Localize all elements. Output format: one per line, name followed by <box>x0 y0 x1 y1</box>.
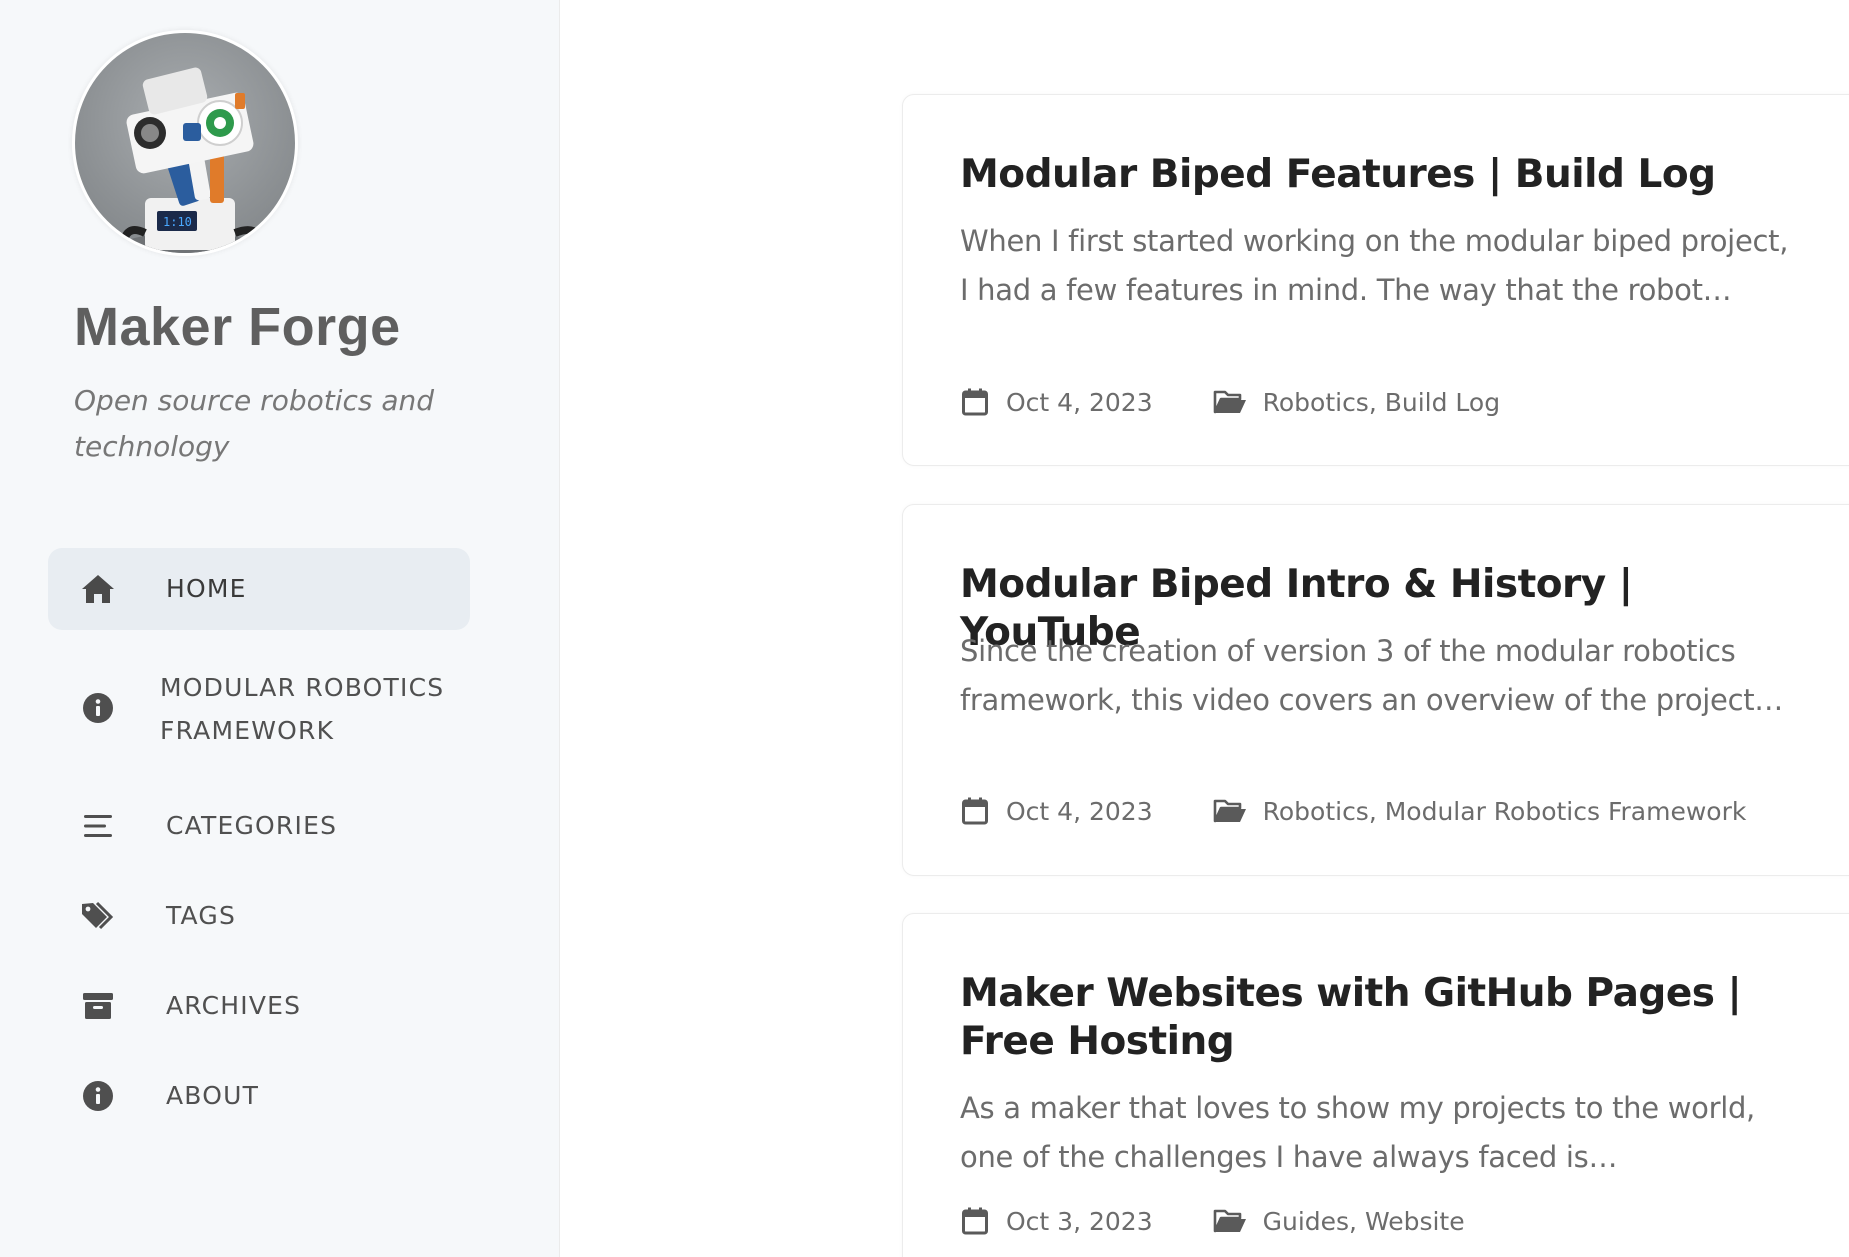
folder-open-icon <box>1213 1206 1247 1236</box>
info-circle-icon <box>78 1076 118 1116</box>
post-excerpt: As a maker that loves to show my project… <box>960 1091 1755 1174</box>
post-excerpt: Since the creation of version 3 of the m… <box>960 634 1755 717</box>
svg-text:1:10: 1:10 <box>163 215 192 229</box>
nav-item-label: ABOUT <box>166 1081 260 1110</box>
stream-icon <box>78 806 118 846</box>
nav-item-label: MODULAR ROBOTICS FRAMEWORK <box>160 673 445 745</box>
post-title[interactable]: Maker Websites with GitHub Pages | Free … <box>960 970 1800 1066</box>
post-categories[interactable]: Robotics, Build Log <box>1263 388 1500 417</box>
calendar-icon <box>960 387 990 417</box>
site-subtitle: Open source robotics and technology <box>74 384 435 463</box>
nav-item-label: CATEGORIES <box>166 811 338 840</box>
nav-item-label: ARCHIVES <box>166 991 302 1020</box>
folder-open-icon <box>1213 796 1247 826</box>
post-date: Oct 4, 2023 <box>1006 387 1153 417</box>
post-meta: Oct 3, 2023 Guides, Website <box>960 1201 1465 1241</box>
tags-icon <box>78 896 118 936</box>
post-card[interactable]: Modular Biped Features | Build Log When … <box>902 94 1849 466</box>
home-icon <box>78 569 118 609</box>
folder-open-icon <box>1213 387 1247 417</box>
post-list: Modular Biped Features | Build Log When … <box>561 0 1849 1257</box>
info-circle-icon <box>78 688 118 728</box>
post-card[interactable]: Maker Websites with GitHub Pages | Free … <box>902 913 1849 1257</box>
post-title[interactable]: Modular Biped Features | Build Log <box>960 151 1800 199</box>
post-date: Oct 3, 2023 <box>1006 1206 1153 1236</box>
post-card[interactable]: Modular Biped Intro & History | YouTube … <box>902 504 1849 876</box>
calendar-icon <box>960 1206 990 1236</box>
post-excerpt: When I first started working on the modu… <box>960 224 1789 307</box>
nav-item-home[interactable]: HOME <box>48 548 470 630</box>
nav-item-about[interactable]: ABOUT <box>48 1054 470 1138</box>
avatar[interactable]: 1:10 <box>72 30 298 256</box>
nav-item-label: TAGS <box>166 901 237 930</box>
site-title[interactable]: Maker Forge <box>74 296 401 358</box>
nav-item-categories[interactable]: CATEGORIES <box>48 784 470 868</box>
robot-avatar-image: 1:10 <box>118 67 267 253</box>
sidebar: 1:10 Maker Forge Open source robotics an… <box>0 0 560 1257</box>
post-categories[interactable]: Robotics, Modular Robotics Framework <box>1263 797 1747 826</box>
nav-item-tags[interactable]: TAGS <box>48 874 470 958</box>
nav-item-label: HOME <box>166 574 247 603</box>
nav-item-archives[interactable]: ARCHIVES <box>48 964 470 1048</box>
archive-icon <box>78 986 118 1026</box>
nav-item-modular-robotics-framework[interactable]: MODULAR ROBOTICS FRAMEWORK <box>48 658 470 758</box>
calendar-icon <box>960 796 990 826</box>
post-meta: Oct 4, 2023 Robotics, Modular Robotics F… <box>960 791 1746 831</box>
post-categories[interactable]: Guides, Website <box>1263 1207 1465 1236</box>
post-date: Oct 4, 2023 <box>1006 796 1153 826</box>
post-meta: Oct 4, 2023 Robotics, Build Log <box>960 382 1500 422</box>
